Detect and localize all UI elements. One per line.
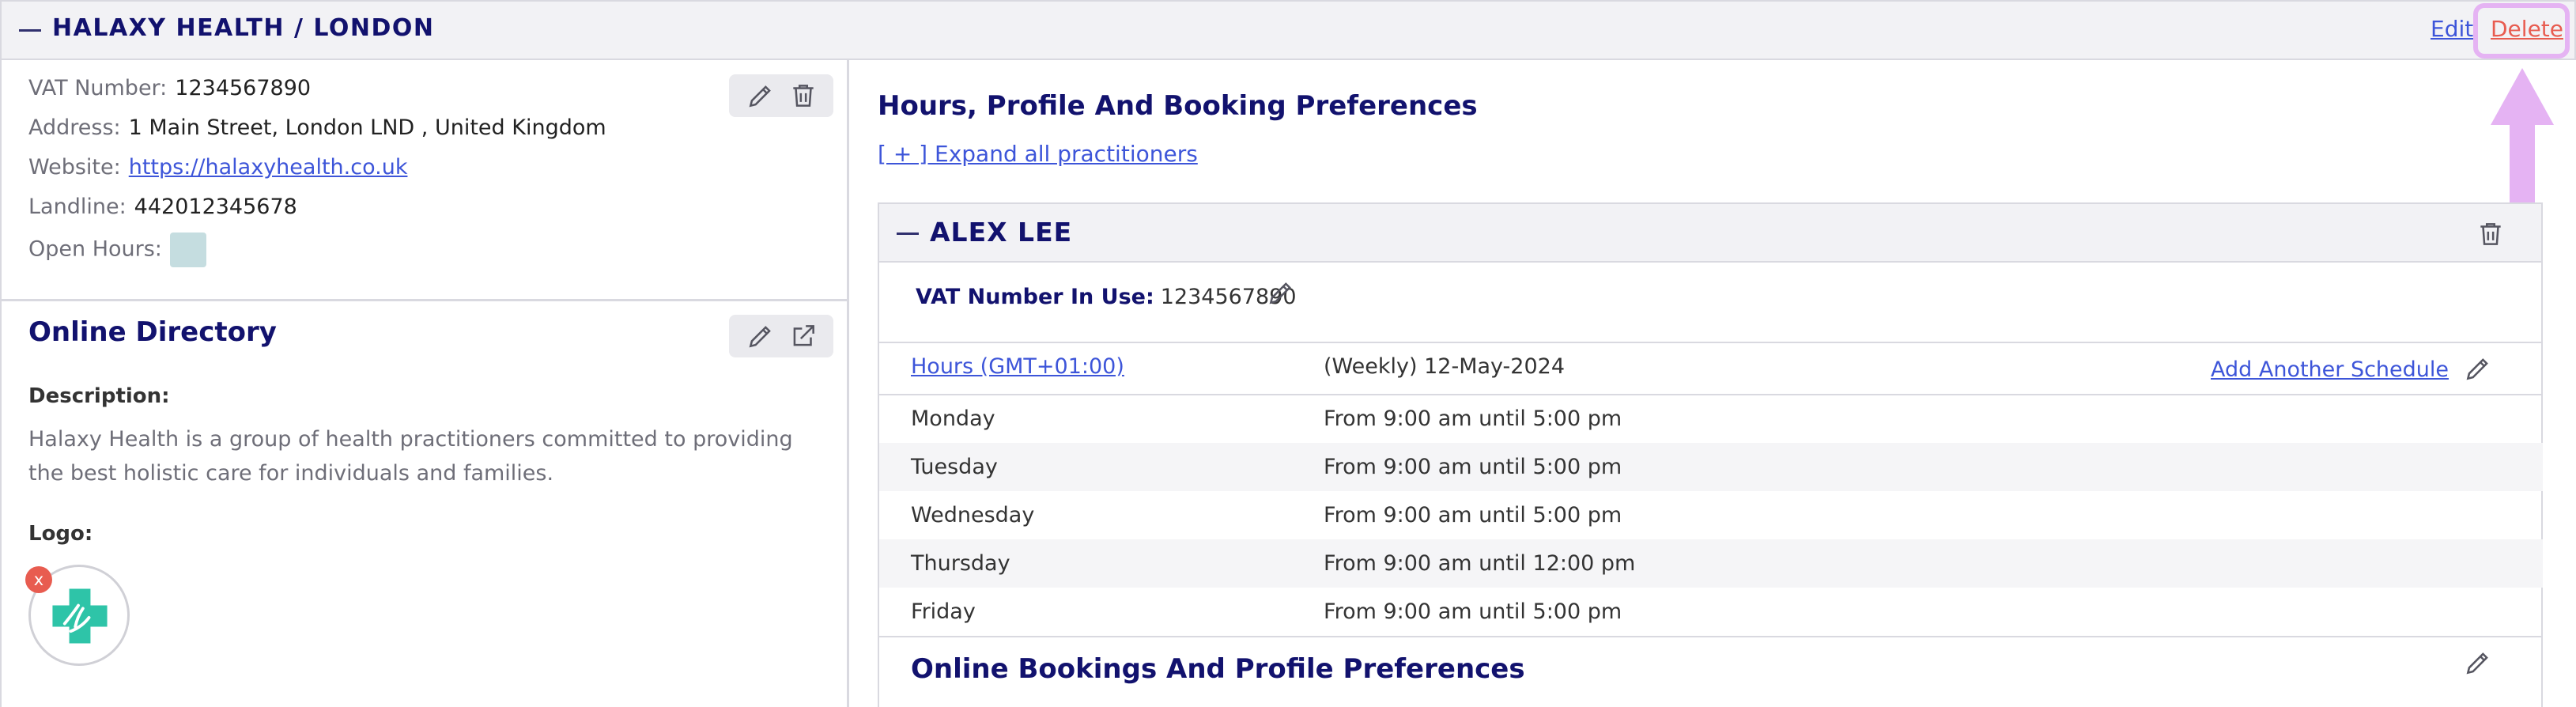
trash-icon[interactable] — [788, 80, 819, 112]
online-bookings-title: Online Bookings And Profile Preferences — [911, 653, 1525, 685]
row-divider — [879, 636, 2543, 637]
remove-logo-button[interactable]: x — [25, 566, 52, 593]
practitioner-header — [878, 202, 2543, 263]
medical-cross-logo — [52, 588, 108, 644]
schedule-row-stripe — [879, 539, 2543, 588]
details-actions — [729, 74, 833, 117]
pencil-icon[interactable] — [1265, 277, 1297, 308]
online-directory-title: Online Directory — [28, 316, 277, 348]
website-row: Website: https://halaxyhealth.co.uk — [28, 155, 407, 180]
open-hours-label: Open Hours: — [28, 236, 162, 262]
landline-label: Landline: — [28, 195, 127, 219]
schedule-day: Friday — [911, 599, 976, 624]
website-link[interactable]: https://halaxyhealth.co.uk — [129, 155, 408, 180]
expand-all-link[interactable]: [ + ] Expand all practitioners — [878, 141, 1198, 167]
logo-label: Logo: — [28, 522, 93, 546]
website-label: Website: — [28, 155, 121, 180]
description-text: Halaxy Health is a group of health pract… — [28, 427, 793, 486]
trash-icon[interactable] — [2475, 218, 2506, 250]
schedule-hours: From 9:00 am until 5:00 pm — [1324, 406, 1622, 431]
collapse-icon[interactable] — [897, 233, 919, 235]
external-link-icon[interactable] — [788, 320, 819, 352]
collapse-icon[interactable] — [19, 29, 41, 32]
company-title: HALAXY HEALTH / LONDON — [52, 14, 435, 42]
row-divider — [879, 394, 2543, 395]
open-hours-swatch[interactable] — [169, 233, 206, 267]
row-divider — [879, 342, 2543, 343]
address-row: Address: 1 Main Street, London LND , Unit… — [28, 115, 606, 140]
practitioner-name: ALEX LEE — [930, 217, 1073, 248]
delete-highlight-box — [2473, 3, 2570, 59]
schedule-period: (Weekly) 12-May-2024 — [1324, 354, 1566, 379]
schedule-hours: From 9:00 am until 12:00 pm — [1324, 551, 1636, 576]
address-label: Address: — [28, 115, 121, 140]
schedule-day: Tuesday — [911, 455, 998, 479]
open-hours-row: Open Hours: — [28, 233, 206, 267]
section-divider — [0, 299, 848, 301]
vat-in-use-label: VAT Number In Use: — [916, 285, 1154, 309]
add-schedule-link[interactable]: Add Another Schedule — [2211, 357, 2449, 382]
schedule-hours: From 9:00 am until 5:00 pm — [1324, 599, 1622, 624]
pencil-icon[interactable] — [2462, 647, 2494, 679]
vat-number-value: 1234567890 — [175, 76, 312, 100]
pencil-icon[interactable] — [2462, 353, 2494, 384]
vat-number-label: VAT Number: — [28, 76, 168, 100]
pencil-icon[interactable] — [745, 80, 776, 112]
vat-in-use-row: VAT Number In Use: 1234567890 — [916, 285, 1297, 309]
edit-link[interactable]: Edit — [2431, 16, 2473, 42]
description-label: Description: — [28, 384, 170, 408]
landline-value: 442012345678 — [134, 195, 297, 219]
vat-number-row: VAT Number: 1234567890 — [28, 76, 311, 100]
schedule-day: Monday — [911, 406, 995, 431]
directory-actions — [729, 315, 833, 357]
schedule-hours: From 9:00 am until 5:00 pm — [1324, 455, 1622, 479]
schedule-hours: From 9:00 am until 5:00 pm — [1324, 503, 1622, 527]
address-value: 1 Main Street, London LND , United Kingd… — [128, 115, 606, 140]
schedule-day: Thursday — [911, 551, 1010, 576]
pencil-icon[interactable] — [745, 320, 776, 352]
hours-timezone-link[interactable]: Hours (GMT+01:00) — [911, 354, 1124, 379]
schedule-day: Wednesday — [911, 503, 1035, 527]
preferences-title: Hours, Profile And Booking Preferences — [878, 90, 1478, 122]
schedule-row-stripe — [879, 443, 2543, 491]
landline-row: Landline: 442012345678 — [28, 195, 297, 219]
